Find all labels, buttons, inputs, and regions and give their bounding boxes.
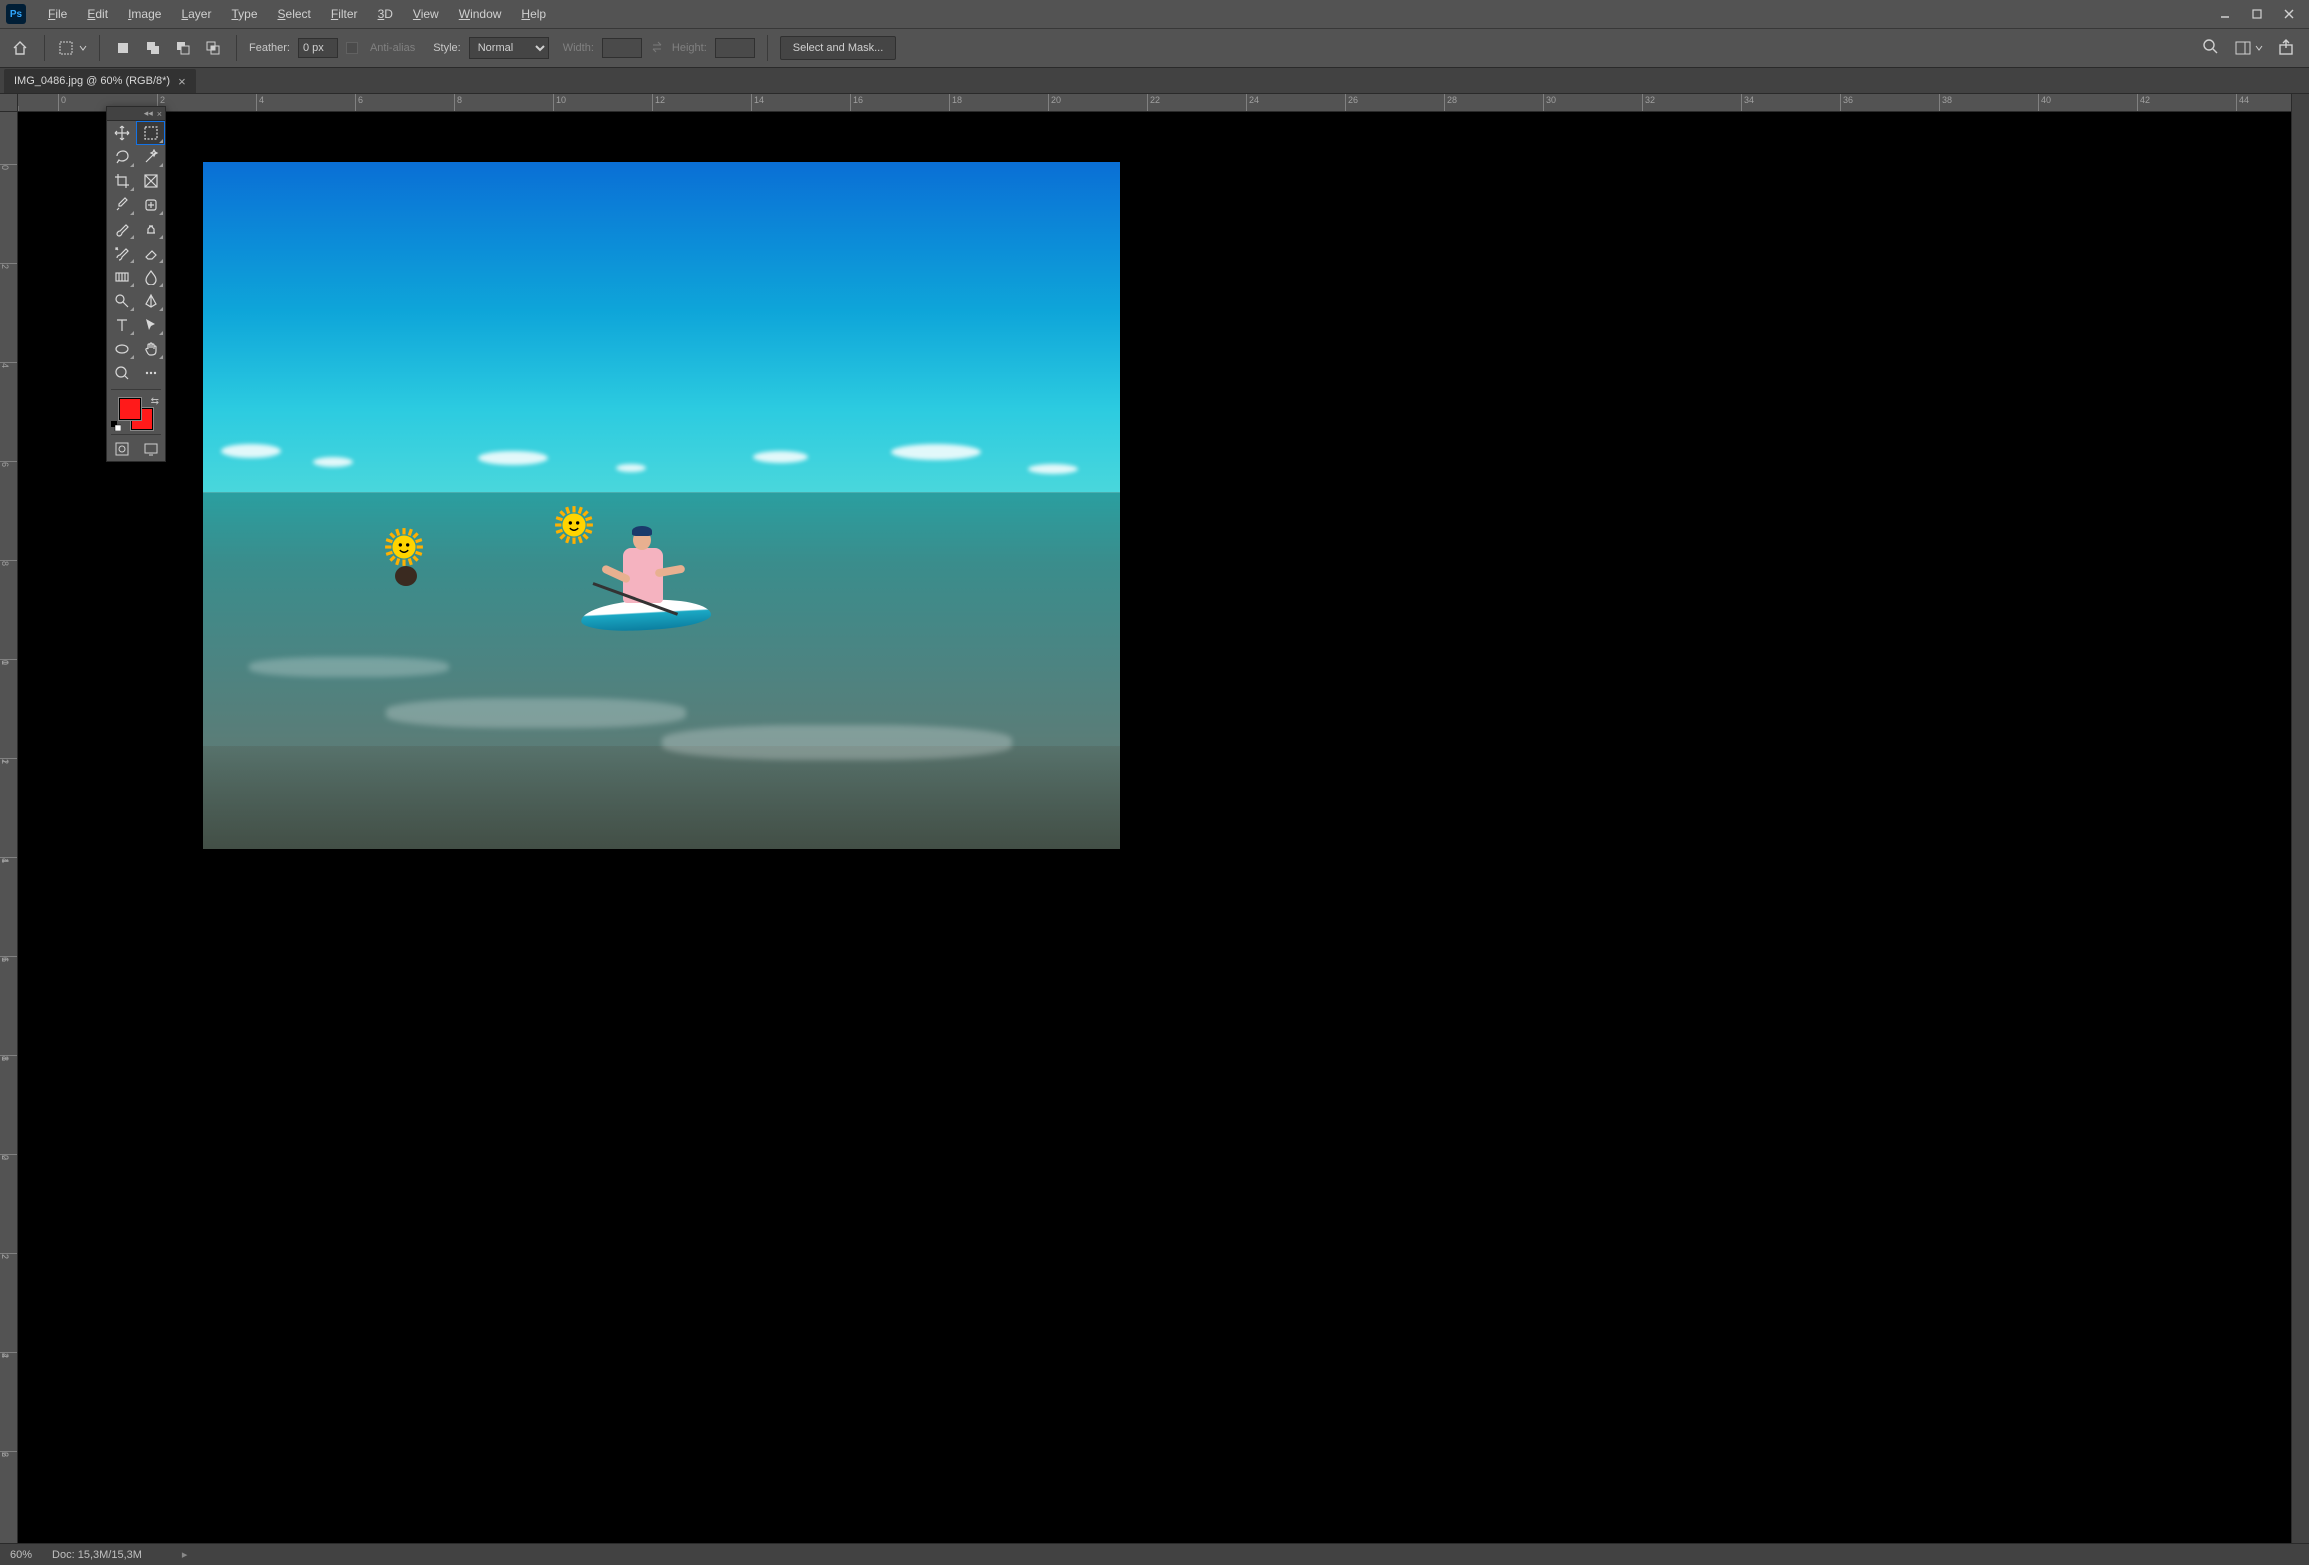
status-bar: 60% Doc: 15,3M/15,3M ▸	[0, 1543, 2309, 1565]
canvas-area[interactable]	[18, 112, 2291, 1543]
eraser-tool[interactable]	[136, 241, 165, 265]
rectangular-marquee-tool[interactable]	[136, 121, 165, 145]
selection-intersect-button[interactable]	[202, 37, 224, 59]
search-icon[interactable]	[2202, 38, 2220, 59]
lasso-tool[interactable]	[107, 145, 136, 169]
style-label: Style:	[433, 42, 461, 54]
healing-brush-tool[interactable]	[136, 193, 165, 217]
app-logo: Ps	[6, 4, 26, 24]
shape-tool[interactable]	[107, 337, 136, 361]
menu-bar: Ps FileEditImageLayerTypeSelectFilter3DV…	[0, 0, 2309, 28]
menu-window[interactable]: Window	[449, 0, 512, 28]
vertical-scrollbar[interactable]	[2291, 94, 2309, 1543]
quick-mask-button[interactable]	[107, 437, 136, 461]
height-label: Height:	[672, 42, 707, 54]
eyedropper-tool[interactable]	[107, 193, 136, 217]
selection-add-button[interactable]	[142, 37, 164, 59]
selection-subtract-button[interactable]	[172, 37, 194, 59]
menu-edit[interactable]: Edit	[77, 0, 118, 28]
window-maximize-button[interactable]	[2243, 4, 2271, 24]
gradient-tool[interactable]	[107, 265, 136, 289]
dodge-tool[interactable]	[107, 289, 136, 313]
default-colors-icon[interactable]	[111, 420, 121, 430]
zoom-tool[interactable]	[107, 361, 136, 385]
close-panel-icon[interactable]: ×	[157, 109, 162, 119]
frame-tool[interactable]	[136, 169, 165, 193]
magic-wand-tool[interactable]	[136, 145, 165, 169]
tools-panel-titlebar[interactable]: ◂◂ ×	[107, 107, 165, 121]
zoom-level[interactable]: 60%	[10, 1549, 32, 1561]
workspace-switcher[interactable]	[2234, 39, 2263, 57]
style-select[interactable]: Normal	[469, 37, 549, 59]
blur-tool[interactable]	[136, 265, 165, 289]
doc-size[interactable]: Doc: 15,3M/15,3M	[52, 1549, 142, 1561]
ruler-origin[interactable]	[0, 94, 18, 112]
document-image	[203, 162, 1120, 849]
tool-preset-picker[interactable]	[57, 39, 87, 57]
sun-sticker-icon	[383, 526, 425, 568]
height-input	[715, 38, 755, 58]
feather-label: Feather:	[249, 42, 290, 54]
menu-file[interactable]: File	[38, 0, 77, 28]
feather-input[interactable]	[298, 38, 338, 58]
swap-dimensions-button	[650, 40, 664, 57]
sun-sticker-icon	[553, 504, 595, 546]
document-tab[interactable]: IMG_0486.jpg @ 60% (RGB/8*) ×	[4, 69, 196, 93]
options-bar: Feather: Anti-alias Style: Normal Width:…	[0, 28, 2309, 68]
move-tool[interactable]	[107, 121, 136, 145]
menu-type[interactable]: Type	[221, 0, 267, 28]
work-area: 0246810121416182022242628303234363840424…	[0, 94, 2309, 1543]
selection-new-button[interactable]	[112, 37, 134, 59]
select-and-mask-button[interactable]: Select and Mask...	[780, 36, 897, 60]
path-selection-tool[interactable]	[136, 313, 165, 337]
swap-colors-icon[interactable]: ⇆	[151, 396, 159, 407]
tools-panel: ◂◂ × ⇆	[106, 106, 166, 462]
window-close-button[interactable]	[2275, 4, 2303, 24]
document-tab-bar: IMG_0486.jpg @ 60% (RGB/8*) ×	[0, 68, 2309, 94]
menu-view[interactable]: View	[403, 0, 449, 28]
width-input	[602, 38, 642, 58]
horizontal-ruler[interactable]: 0246810121416182022242628303234363840424…	[18, 94, 2291, 112]
more-tools[interactable]	[136, 361, 165, 385]
color-swatches[interactable]: ⇆	[107, 394, 165, 432]
menu-select[interactable]: Select	[268, 0, 321, 28]
width-label: Width:	[563, 42, 594, 54]
collapse-panel-icon[interactable]: ◂◂	[144, 108, 153, 119]
menu-layer[interactable]: Layer	[171, 0, 221, 28]
pen-tool[interactable]	[136, 289, 165, 313]
foreground-color-swatch[interactable]	[119, 398, 141, 420]
history-brush-tool[interactable]	[107, 241, 136, 265]
antialias-checkbox	[346, 42, 358, 54]
document-tab-title: IMG_0486.jpg @ 60% (RGB/8*)	[14, 75, 170, 87]
window-minimize-button[interactable]	[2211, 4, 2239, 24]
menu-filter[interactable]: Filter	[321, 0, 368, 28]
home-button[interactable]	[8, 36, 32, 60]
share-button[interactable]	[2277, 38, 2295, 59]
brush-tool[interactable]	[107, 217, 136, 241]
type-tool[interactable]	[107, 313, 136, 337]
close-tab-icon[interactable]: ×	[178, 74, 186, 89]
clone-stamp-tool[interactable]	[136, 217, 165, 241]
menu-help[interactable]: Help	[511, 0, 556, 28]
hand-tool[interactable]	[136, 337, 165, 361]
status-flyout-icon[interactable]: ▸	[182, 1548, 188, 1561]
menu-image[interactable]: Image	[118, 0, 171, 28]
vertical-ruler[interactable]: 0246810121416182022242628	[0, 112, 18, 1543]
crop-tool[interactable]	[107, 169, 136, 193]
menu-3d[interactable]: 3D	[368, 0, 403, 28]
antialias-label: Anti-alias	[370, 42, 415, 54]
screen-mode-button[interactable]	[136, 437, 165, 461]
